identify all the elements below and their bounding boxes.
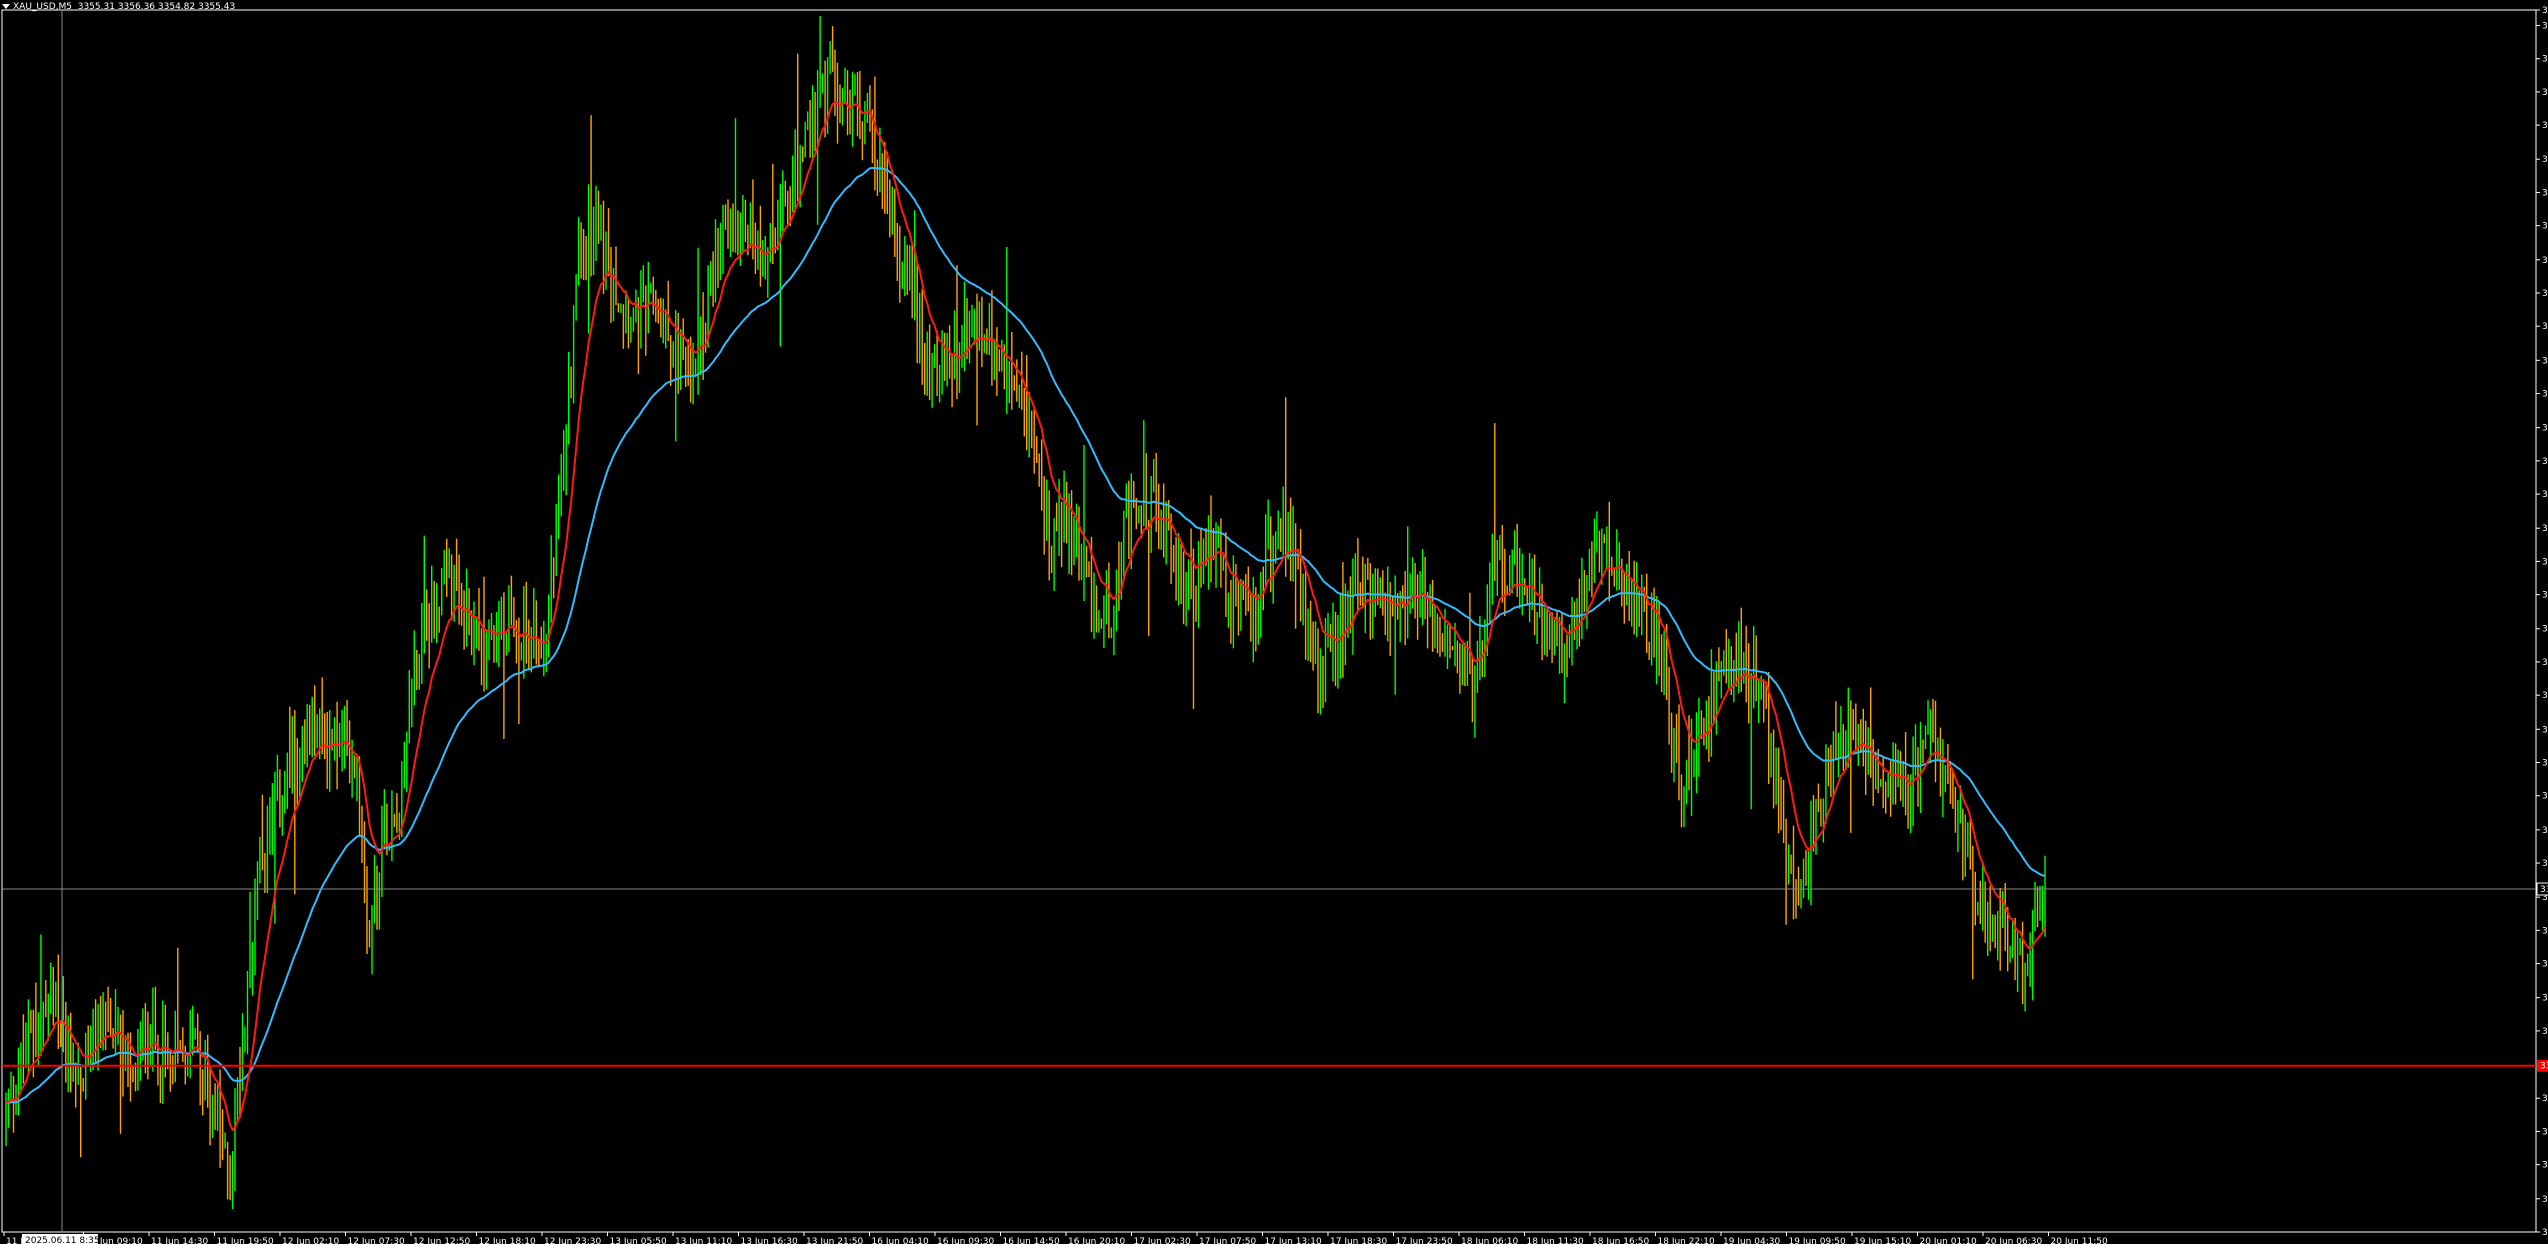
crosshair-layer — [2, 10, 2536, 1232]
price-tags: 3355.43 3335.22 2025.06.11 8:35 — [22, 882, 2548, 1244]
candles-layer — [5, 16, 2046, 1210]
price-tick-label: 3408.20 — [2542, 424, 2548, 434]
chart-border — [1, 9, 2537, 1233]
price-tick-label: 3455.97 — [2542, 6, 2548, 16]
time-tick-label: 18 Jun 11:30 — [1527, 1237, 1584, 1244]
time-tick-label: 13 Jun 16:30 — [741, 1237, 798, 1244]
time-tick-label: 12 Jun 12:50 — [413, 1237, 470, 1244]
time-tick-label: 17 Jun 18:30 — [1330, 1237, 1387, 1244]
time-tick-label: 16 Jun 14:50 — [1003, 1237, 1060, 1244]
price-tick-label: 3435.10 — [2542, 188, 2548, 198]
price-tick-label: 3442.80 — [2542, 121, 2548, 131]
price-tick-label: 3346.90 — [2542, 960, 2548, 970]
price-tick-label: 3339.20 — [2542, 1027, 2548, 1037]
time-tick-label: 16 Jun 20:10 — [1068, 1237, 1125, 1244]
price-tick-label: 3450.40 — [2542, 55, 2548, 65]
price-tick-label: 3331.50 — [2542, 1094, 2548, 1104]
price-tick-label: 3419.80 — [2542, 322, 2548, 332]
price-tick-label: 3431.30 — [2542, 222, 2548, 232]
price-tick-label: 3446.60 — [2542, 88, 2548, 98]
time-tick-label: 12 Jun 23:30 — [544, 1237, 601, 1244]
time-axis[interactable]: 11 Jun 202511 Jun 09:1011 Jun 14:3011 Ju… — [3, 1232, 2108, 1244]
symbol-label: XAU_USD,M5 — [13, 2, 72, 12]
time-tick-label: 12 Jun 18:10 — [479, 1237, 536, 1244]
time-tick-label: 17 Jun 02:30 — [1134, 1237, 1191, 1244]
price-tick-label: 3415.90 — [2542, 356, 2548, 366]
price-tick-label: 3327.70 — [2542, 1127, 2548, 1137]
time-tick-label: 19 Jun 15:10 — [1854, 1237, 1911, 1244]
price-tick-label: 3381.40 — [2542, 658, 2548, 668]
time-tick-label: 20 Jun 01:10 — [1920, 1237, 1977, 1244]
price-tick-label: 3377.60 — [2542, 691, 2548, 701]
time-tick-label: 11 Jun 19:50 — [217, 1237, 274, 1244]
time-tick-label: 18 Jun 06:10 — [1461, 1237, 1518, 1244]
price-tick-label: 3438.90 — [2542, 155, 2548, 165]
time-tick-label: 12 Jun 07:30 — [348, 1237, 405, 1244]
time-tick-label: 11 Jun 14:30 — [151, 1237, 208, 1244]
price-tick-label: 3350.70 — [2542, 926, 2548, 936]
price-tick-label: 3400.60 — [2542, 490, 2548, 500]
time-tick-label: 16 Jun 09:30 — [937, 1237, 994, 1244]
price-tick-label: 3412.10 — [2542, 390, 2548, 400]
time-tick-label: 18 Jun 16:50 — [1592, 1237, 1649, 1244]
hline-price-tag-label: 3335.22 — [2540, 1062, 2548, 1072]
time-tick-label: 19 Jun 09:50 — [1789, 1237, 1846, 1244]
time-tick-label: 20 Jun 06:30 — [1985, 1237, 2042, 1244]
time-tick-label: 20 Jun 11:50 — [2051, 1237, 2108, 1244]
price-tick-label: 3389.10 — [2542, 591, 2548, 601]
chevron-down-icon[interactable] — [2, 4, 10, 9]
price-tick-label: 3343.00 — [2542, 994, 2548, 1004]
price-chart-canvas[interactable]: 3455.97 3454.20 3450.40 3446.60 3442.80 3438.… — [0, 0, 2548, 1244]
time-tick-label: 13 Jun 21:50 — [806, 1237, 863, 1244]
price-tick-label: 3454.20 — [2542, 21, 2548, 31]
price-tick-label: 3316.20 — [2542, 1228, 2548, 1238]
price-tick-label: 3404.40 — [2542, 457, 2548, 467]
price-tick-label: 3362.20 — [2542, 826, 2548, 836]
time-tick-label: 16 Jun 04:10 — [872, 1237, 929, 1244]
current-price-tag-label: 3355.43 — [2540, 885, 2548, 895]
chart-window[interactable]: 3455.97 3454.20 3450.40 3446.60 3442.80 3438.… — [0, 0, 2548, 1244]
time-tick-label: 17 Jun 07:50 — [1199, 1237, 1256, 1244]
time-tick-label: 19 Jun 04:30 — [1723, 1237, 1780, 1244]
price-tick-label: 3392.90 — [2542, 557, 2548, 567]
time-tick-label: 18 Jun 22:10 — [1658, 1237, 1715, 1244]
time-tick-label: 17 Jun 13:10 — [1265, 1237, 1322, 1244]
time-tick-label: 17 Jun 23:50 — [1396, 1237, 1453, 1244]
time-tick-label: 12 Jun 02:10 — [282, 1237, 339, 1244]
price-tick-label: 3369.90 — [2542, 759, 2548, 769]
price-tick-label: 3385.20 — [2542, 625, 2548, 635]
chart-frame — [1, 9, 2537, 1233]
price-tick-label: 3366.10 — [2542, 792, 2548, 802]
price-tick-label: 3423.60 — [2542, 289, 2548, 299]
price-tick-label: 3427.40 — [2542, 256, 2548, 266]
price-tick-label: 3396.70 — [2542, 524, 2548, 534]
price-tick-label: 3358.40 — [2542, 859, 2548, 869]
time-tick-label: 13 Jun 05:50 — [610, 1237, 667, 1244]
price-tick-label: 3323.90 — [2542, 1161, 2548, 1171]
price-axis[interactable]: 3455.97 3454.20 3450.40 3446.60 3442.80 3438.… — [2536, 6, 2548, 1238]
moving-average-fast — [5, 101, 2046, 1132]
chart-title-bar[interactable]: XAU_USD,M5 3355.31 3356.36 3354.82 3355.… — [2, 2, 235, 12]
time-tick-label: 13 Jun 11:10 — [675, 1237, 732, 1244]
ohlc-readout: 3355.31 3356.36 3354.82 3355.43 — [77, 2, 236, 12]
price-tick-label: 3373.70 — [2542, 725, 2548, 735]
ma-fast-line — [5, 101, 2046, 1132]
crosshair-time-tag-label: 2025.06.11 8:35 — [25, 1236, 100, 1244]
price-tick-label: 3320.00 — [2542, 1195, 2548, 1205]
